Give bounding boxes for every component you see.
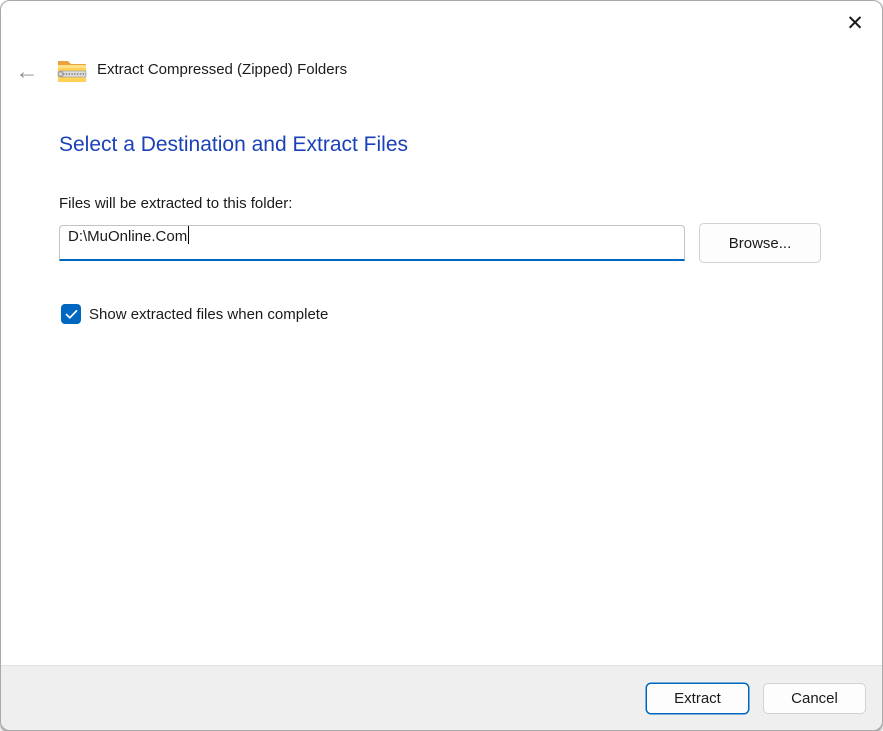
destination-label: Files will be extracted to this folder: bbox=[59, 195, 292, 212]
browse-button[interactable]: Browse... bbox=[699, 223, 821, 263]
checkbox-label: Show extracted files when complete bbox=[89, 306, 328, 323]
dialog-footer: Extract Cancel bbox=[1, 665, 882, 730]
extract-wizard-dialog: ✕ ← Extract Compressed (Zipped) Folders … bbox=[0, 0, 883, 731]
dialog-header: ← Extract Compressed (Zipped) Folders bbox=[1, 55, 882, 87]
zipped-folder-icon bbox=[57, 58, 87, 84]
destination-path-input[interactable]: D:\MuOnline.Com bbox=[59, 225, 685, 261]
close-icon[interactable]: ✕ bbox=[838, 7, 872, 39]
text-caret bbox=[188, 226, 189, 244]
dialog-title: Extract Compressed (Zipped) Folders bbox=[97, 61, 347, 78]
extract-button[interactable]: Extract bbox=[646, 683, 749, 714]
show-files-checkbox-row[interactable]: Show extracted files when complete bbox=[61, 304, 328, 324]
checkbox-checked-icon[interactable] bbox=[61, 304, 81, 324]
destination-path-value: D:\MuOnline.Com bbox=[68, 228, 187, 245]
cancel-button[interactable]: Cancel bbox=[763, 683, 866, 714]
back-arrow-icon[interactable]: ← bbox=[13, 55, 41, 87]
page-title: Select a Destination and Extract Files bbox=[59, 133, 408, 157]
